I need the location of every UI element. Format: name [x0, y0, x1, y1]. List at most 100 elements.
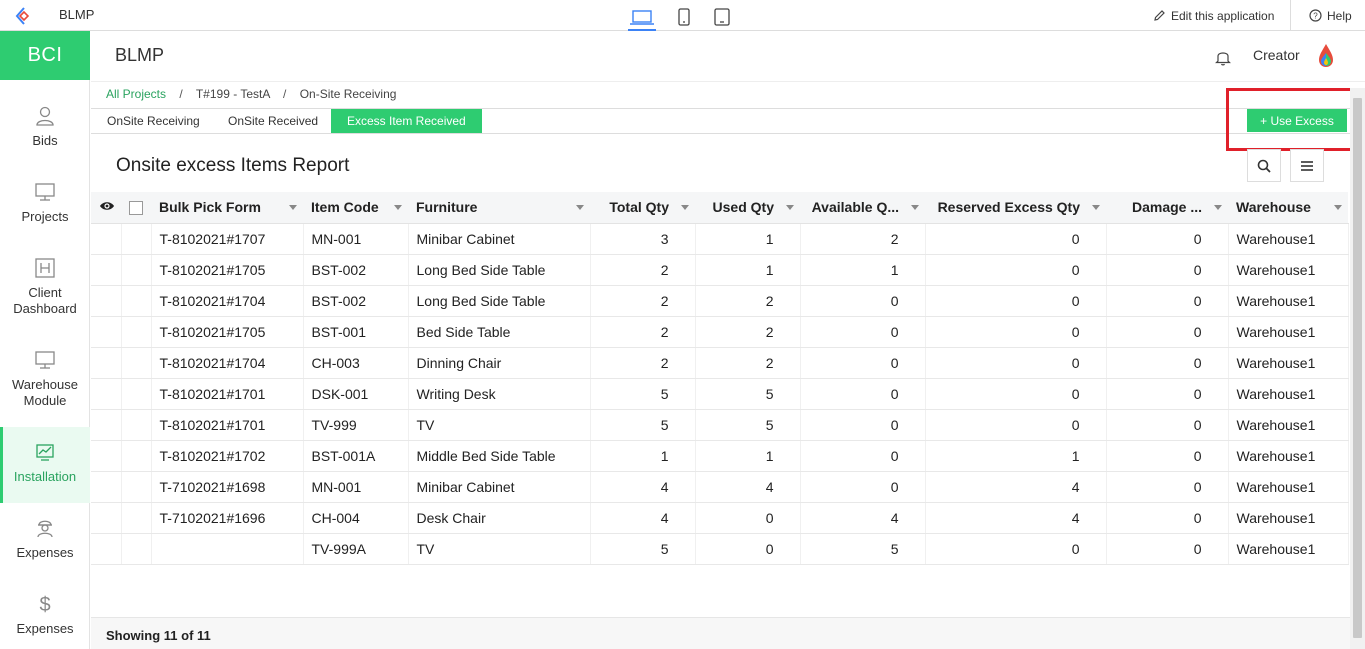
brand-logo[interactable]: BCI	[0, 31, 90, 80]
table-row[interactable]: T-8102021#1704 CH-003 Dinning Chair 2 2 0 0 0 Wa…	[91, 347, 1349, 379]
row-select-cell[interactable]	[121, 409, 152, 441]
sidebar-item-expenses[interactable]: Expenses	[0, 517, 90, 577]
table-row[interactable]: TV-999A TV 5 0 5 0 0 Warehouse1	[91, 533, 1349, 565]
table-row[interactable]: T-8102021#1701 TV-999 TV 5 5 0 0 0 Warehouse1	[91, 409, 1349, 441]
scrollbar-thumb[interactable]	[1353, 98, 1362, 638]
chevron-down-icon[interactable]	[911, 205, 919, 210]
table-cell: Warehouse1	[1228, 471, 1349, 503]
column-header[interactable]: Total Qty	[590, 192, 695, 224]
row-spacer-cell	[91, 347, 122, 379]
h-box-icon	[35, 258, 55, 278]
select-all-checkbox[interactable]	[121, 192, 151, 224]
menu-button[interactable]	[1290, 149, 1324, 182]
column-header[interactable]: Damage ...	[1106, 192, 1228, 224]
sidebar-item-label: Installation	[13, 469, 77, 484]
column-header[interactable]: Item Code	[303, 192, 408, 224]
sidebar-item-installation[interactable]: Installation	[0, 427, 90, 503]
row-select-cell[interactable]	[121, 502, 152, 534]
row-select-cell[interactable]	[121, 285, 152, 317]
sidebar-item-bids[interactable]: Bids	[0, 105, 90, 165]
chevron-down-icon[interactable]	[1214, 205, 1222, 210]
row-select-cell[interactable]	[121, 471, 152, 503]
table-row[interactable]: T-8102021#1705 BST-002 Long Bed Side Table…	[91, 254, 1349, 286]
breadcrumb-all-projects[interactable]: All Projects	[106, 87, 166, 101]
chevron-down-icon[interactable]	[289, 205, 297, 210]
table-cell: 2	[590, 316, 696, 348]
help-link[interactable]: ? Help	[1290, 0, 1352, 31]
table-cell: T-8102021#1704	[151, 285, 304, 317]
sidebar-item-projects[interactable]: Projects	[0, 181, 90, 241]
svg-text:$: $	[39, 594, 50, 615]
column-visibility-toggle[interactable]	[91, 192, 121, 224]
row-spacer-cell	[91, 285, 122, 317]
table-row[interactable]: T-7102021#1696 CH-004 Desk Chair 4 0 4 4 0 Wareh…	[91, 502, 1349, 534]
phone-view-icon[interactable]	[670, 6, 698, 28]
chevron-down-icon[interactable]	[1092, 205, 1100, 210]
row-select-cell[interactable]	[121, 254, 152, 286]
tablet-view-icon[interactable]	[708, 6, 736, 28]
row-select-cell[interactable]	[121, 223, 152, 255]
table-row[interactable]: T-8102021#1704 BST-002 Long Bed Side Table…	[91, 285, 1349, 317]
column-header-label: Available Q...	[811, 199, 899, 216]
avatar-icon[interactable]	[1317, 43, 1335, 69]
table-cell: 1	[925, 440, 1107, 472]
chevron-down-icon[interactable]	[681, 205, 689, 210]
sidebar-item-label: Bids	[32, 133, 58, 148]
breadcrumb-project[interactable]: T#199 - TestA	[196, 87, 270, 101]
vertical-scrollbar[interactable]	[1350, 88, 1365, 649]
chevron-down-icon[interactable]	[786, 205, 794, 210]
table-row[interactable]: T-8102021#1705 BST-001 Bed Side Table 2 2 0 0 0…	[91, 316, 1349, 348]
column-header-label: Used Qty	[712, 199, 774, 216]
tab-excess-item-received[interactable]: Excess Item Received	[331, 109, 482, 133]
table-cell: Middle Bed Side Table	[408, 440, 591, 472]
table-cell: CH-003	[303, 347, 409, 379]
column-header[interactable]: Furniture	[408, 192, 590, 224]
table-cell: T-8102021#1704	[151, 347, 304, 379]
row-spacer-cell	[91, 440, 122, 472]
column-header[interactable]: Bulk Pick Form	[151, 192, 303, 224]
sidebar-item-warehouse-module[interactable]: Warehouse Module	[0, 349, 90, 425]
column-header[interactable]: Warehouse	[1228, 192, 1348, 224]
table-row[interactable]: T-7102021#1698 MN-001 Minibar Cabinet 4 4 0 4 0…	[91, 471, 1349, 503]
chevron-down-icon[interactable]	[1334, 205, 1342, 210]
table-cell: 0	[1106, 502, 1229, 534]
table-cell: TV-999	[303, 409, 409, 441]
edit-application-link[interactable]: Edit this application	[1153, 0, 1274, 31]
user-name[interactable]: Creator	[1253, 47, 1300, 63]
worker-icon	[37, 520, 53, 538]
column-header-label: Bulk Pick Form	[159, 199, 261, 216]
row-select-cell[interactable]	[121, 533, 152, 565]
breadcrumb-current: On-Site Receiving	[299, 87, 397, 101]
sidebar-item-expenses-dollar[interactable]: $ Expenses	[0, 593, 90, 649]
table-cell: 2	[590, 254, 696, 286]
column-header[interactable]: Available Q...	[800, 192, 925, 224]
bell-icon[interactable]	[1215, 48, 1231, 66]
column-header-label: Item Code	[311, 199, 379, 216]
column-header[interactable]: Used Qty	[695, 192, 800, 224]
row-select-cell[interactable]	[121, 440, 152, 472]
tab-onsite-receiving[interactable]: OnSite Receiving	[91, 109, 216, 133]
app-logo-icon[interactable]	[14, 6, 34, 26]
tab-onsite-received[interactable]: OnSite Received	[212, 109, 334, 133]
sidebar-item-client-dashboard[interactable]: Client Dashboard	[0, 257, 90, 333]
row-select-cell[interactable]	[121, 378, 152, 410]
table-cell: 0	[925, 316, 1107, 348]
row-select-cell[interactable]	[121, 347, 152, 379]
table-row[interactable]: T-8102021#1707 MN-001 Minibar Cabinet 3 1 2 0 0…	[91, 223, 1349, 255]
column-header[interactable]: Reserved Excess Qty	[925, 192, 1106, 224]
table-cell: BST-001A	[303, 440, 409, 472]
monitor-icon	[35, 351, 55, 369]
table-cell	[151, 533, 304, 565]
chevron-down-icon[interactable]	[576, 205, 584, 210]
table-cell: TV	[408, 533, 591, 565]
table-cell: 0	[1106, 316, 1229, 348]
laptop-view-icon[interactable]	[628, 6, 656, 31]
row-select-cell[interactable]	[121, 316, 152, 348]
table-cell: 4	[695, 471, 801, 503]
chevron-down-icon[interactable]	[394, 205, 402, 210]
table-row[interactable]: T-8102021#1702 BST-001A Middle Bed Side Ta…	[91, 440, 1349, 472]
table-cell: Writing Desk	[408, 378, 591, 410]
search-button[interactable]	[1247, 149, 1281, 182]
breadcrumb-separator: /	[179, 87, 183, 101]
table-row[interactable]: T-8102021#1701 DSK-001 Writing Desk 5 5 0 0 0 Wa…	[91, 378, 1349, 410]
